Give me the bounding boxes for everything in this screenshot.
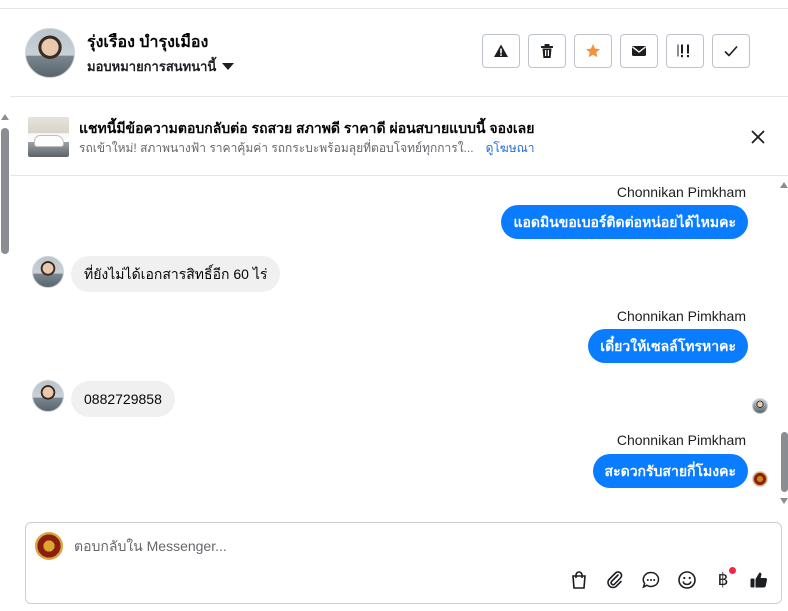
contact-avatar-small[interactable]	[32, 256, 64, 288]
follow-up-button[interactable]	[666, 34, 704, 68]
seen-avatar	[752, 398, 768, 414]
mark-unread-button[interactable]	[620, 34, 658, 68]
message-bubble-incoming[interactable]: 0882729858	[71, 381, 175, 417]
warning-icon	[494, 44, 508, 57]
contact-avatar-small[interactable]	[32, 380, 64, 412]
mark-done-button[interactable]	[712, 34, 750, 68]
baht-icon[interactable]: ฿	[712, 567, 736, 591]
message-thread[interactable]: Chonnikan Pimkham แอดมินขอเบอร์ติดต่อหน่…	[10, 176, 778, 514]
left-scrollbar[interactable]	[0, 114, 10, 514]
view-ad-link[interactable]: ดูโฆษณา	[486, 141, 535, 155]
assign-conversation-dropdown[interactable]: มอบหมายการสนทนานี้	[87, 56, 235, 77]
delete-button[interactable]	[528, 34, 566, 68]
ad-reply-banner: แชทนี้มีข้อความตอบกลับต่อ รถสวย สภาพดี ร…	[10, 97, 788, 176]
trash-icon	[541, 44, 553, 58]
check-icon	[724, 45, 738, 57]
scroll-up-arrow[interactable]	[1, 114, 9, 120]
header-actions	[482, 34, 750, 68]
close-icon[interactable]	[748, 127, 768, 147]
star-icon	[586, 44, 600, 58]
page-avatar	[35, 532, 63, 560]
scroll-down-arrow[interactable]	[780, 498, 788, 504]
shopping-bag-icon[interactable]	[568, 569, 590, 591]
chat-bubble-icon[interactable]	[640, 569, 662, 591]
sender-name: Chonnikan Pimkham	[616, 308, 746, 324]
emoji-icon[interactable]	[676, 569, 698, 591]
contact-avatar[interactable]	[25, 28, 75, 78]
follow-up-icon	[677, 44, 689, 58]
scroll-up-arrow[interactable]	[780, 182, 788, 188]
assign-label: มอบหมายการสนทนานี้	[87, 59, 217, 74]
ad-title: แชทนี้มีข้อความตอบกลับต่อ รถสวย สภาพดี ร…	[79, 120, 535, 136]
seen-avatar	[752, 471, 768, 487]
scrollbar-thumb[interactable]	[1, 128, 9, 254]
caret-down-icon	[222, 63, 235, 70]
star-button[interactable]	[574, 34, 612, 68]
sender-name: Chonnikan Pimkham	[616, 184, 746, 200]
reply-composer: ฿	[25, 522, 782, 604]
message-bubble-outgoing[interactable]: สะดวกรับสายกี่โมงคะ	[592, 454, 748, 488]
composer-tools: ฿	[568, 567, 770, 591]
ad-description: รถเข้าใหม่! สภาพนางฟ้า ราคาคุ้มค่า รถกระ…	[79, 141, 474, 155]
contact-name[interactable]: รุ่งเรือง บำรุงเมือง	[87, 30, 208, 55]
thumbs-up-icon[interactable]	[748, 569, 770, 591]
notification-dot	[729, 567, 736, 574]
message-bubble-outgoing[interactable]: เดี๋ยวให้เซลล์โทรหาคะ	[588, 329, 748, 363]
top-divider	[0, 8, 788, 9]
envelope-icon	[632, 46, 646, 56]
baht-symbol: ฿	[717, 570, 729, 589]
paperclip-icon[interactable]	[604, 569, 626, 591]
sender-name: Chonnikan Pimkham	[616, 432, 746, 448]
reply-input[interactable]	[74, 538, 714, 554]
ad-thumbnail[interactable]	[28, 117, 69, 157]
scrollbar-thumb[interactable]	[781, 432, 788, 492]
ad-subtitle: รถเข้าใหม่! สภาพนางฟ้า ราคาคุ้มค่า รถกระ…	[79, 139, 535, 158]
message-bubble-outgoing[interactable]: แอดมินขอเบอร์ติดต่อหน่อยได้ไหมคะ	[501, 205, 748, 239]
message-bubble-incoming[interactable]: ที่ยังไม่ได้เอกสารสิทธิ์อีก 60 ไร่	[71, 256, 281, 292]
conversation-header: รุ่งเรือง บำรุงเมือง มอบหมายการสนทนานี้	[10, 10, 788, 97]
message-scrollbar[interactable]	[780, 176, 788, 514]
mark-spam-button[interactable]	[482, 34, 520, 68]
